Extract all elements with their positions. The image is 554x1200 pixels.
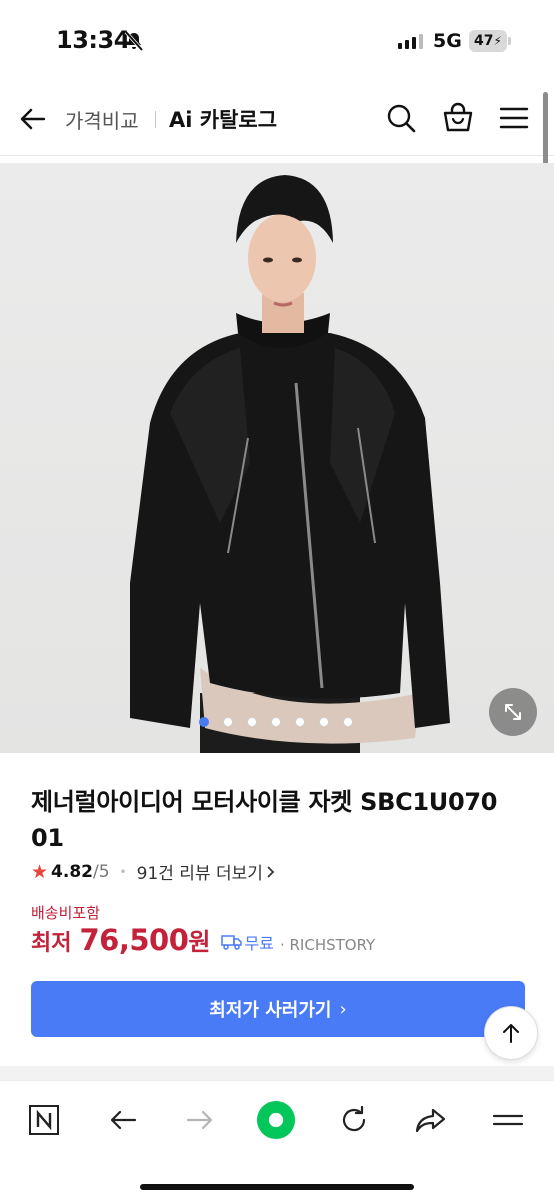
expand-icon	[505, 704, 521, 720]
carousel-indicator[interactable]	[199, 717, 353, 727]
rating-row: ★ 4.82 /5 • 91건 리뷰 더보기	[31, 859, 276, 884]
network-label: 5G	[433, 30, 462, 52]
home-indicator	[140, 1184, 414, 1190]
browser-forward-icon[interactable]	[180, 1100, 220, 1140]
shipping-included-label: 배송비포함	[31, 904, 101, 922]
buy-button-label: 최저가 사러가기	[209, 1000, 332, 1021]
carousel-dot[interactable]	[295, 717, 305, 727]
seller-label: RICHSTORY	[289, 936, 376, 954]
top-header: 가격비교 Ai 카탈로그	[0, 84, 554, 156]
buy-lowest-price-button[interactable]: 최저가 사러가기 ›	[31, 981, 525, 1037]
rating-score: 4.82	[51, 861, 93, 882]
header-divider	[155, 111, 156, 128]
shopping-bag-icon[interactable]	[442, 102, 474, 134]
dot-separator: •	[119, 864, 127, 879]
battery-level: 47	[474, 33, 494, 49]
signal-icon	[398, 33, 423, 49]
carousel-dot[interactable]	[247, 717, 257, 727]
delivery-info: 무료	[220, 930, 274, 954]
carousel-dot[interactable]	[271, 717, 281, 727]
browser-home-button[interactable]	[256, 1100, 296, 1140]
page-title: Ai 카탈로그	[169, 108, 278, 132]
arrow-up-icon	[503, 1024, 519, 1043]
section-divider	[0, 1066, 554, 1080]
carousel-dot[interactable]	[343, 717, 353, 727]
rating-max: /5	[93, 861, 110, 882]
share-icon[interactable]	[411, 1100, 451, 1140]
breadcrumb[interactable]: 가격비교	[65, 105, 139, 134]
arrow-left-icon[interactable]	[18, 104, 48, 134]
browser-back-icon[interactable]	[103, 1100, 143, 1140]
charging-icon: ⚡	[493, 34, 502, 48]
model-photo	[130, 175, 450, 753]
carousel-dot[interactable]	[199, 717, 209, 727]
search-icon[interactable]	[385, 102, 417, 134]
refresh-icon[interactable]	[334, 1100, 374, 1140]
price-value: 76,500	[79, 923, 189, 957]
status-bar: 13:34 5G 47 ⚡	[0, 0, 554, 84]
product-image[interactable]	[0, 163, 554, 753]
chevron-right-icon[interactable]	[266, 865, 276, 879]
status-time: 13:34	[56, 26, 130, 54]
hamburger-icon[interactable]	[498, 102, 530, 134]
currency-label: 원	[188, 928, 211, 956]
delivery-label: 무료	[244, 934, 274, 953]
naver-home-icon[interactable]	[24, 1100, 64, 1140]
chevron-right-icon: ›	[339, 998, 347, 1020]
browser-menu-icon[interactable]	[488, 1100, 528, 1140]
expand-button[interactable]	[489, 688, 537, 736]
battery-indicator: 47 ⚡	[469, 30, 511, 52]
star-icon: ★	[31, 860, 49, 883]
price-row: 최저 76,500 원 무료 · RICHSTORY	[31, 922, 375, 957]
scroll-top-button[interactable]	[484, 1006, 538, 1060]
truck-icon	[220, 935, 242, 950]
seller-name: · RICHSTORY	[279, 936, 376, 954]
price-label: 최저	[31, 931, 72, 956]
reviews-link[interactable]: 91건 리뷰 더보기	[137, 859, 263, 884]
bell-muted-icon	[124, 30, 144, 52]
product-name: 제너럴아이디어 모터사이클 자켓 SBC1U070 01	[31, 788, 498, 852]
carousel-dot[interactable]	[223, 717, 233, 727]
carousel-dot[interactable]	[319, 717, 329, 727]
browser-toolbar	[0, 1080, 554, 1200]
